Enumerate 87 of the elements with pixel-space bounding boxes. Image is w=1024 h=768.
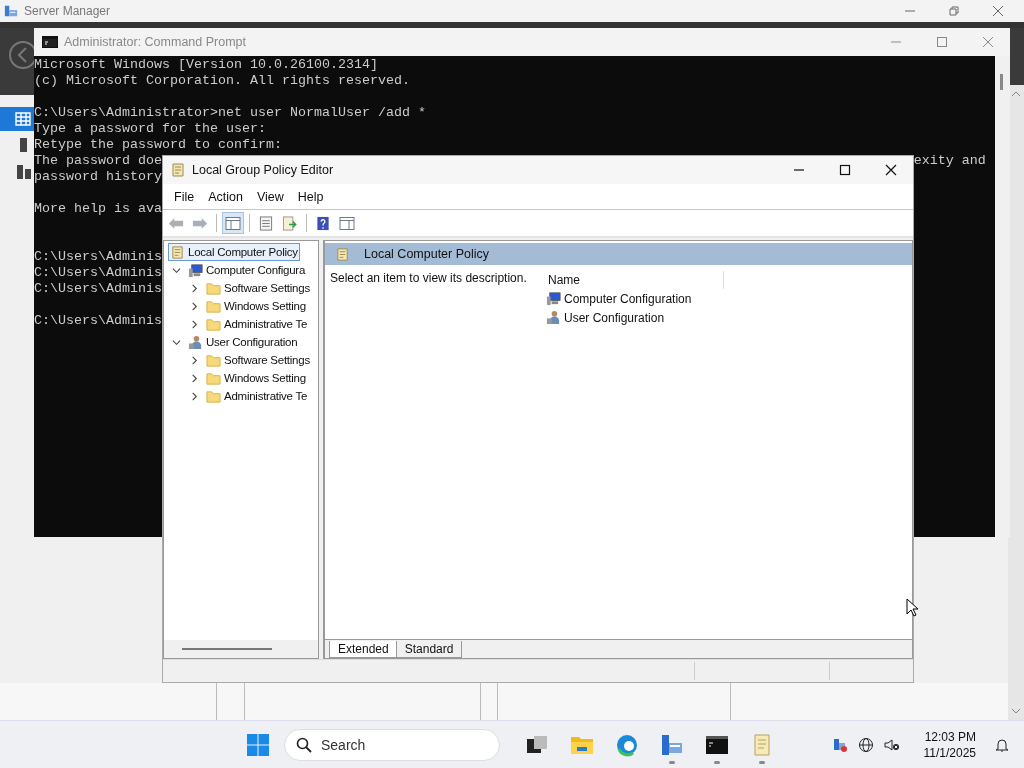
servers-icon[interactable] — [16, 163, 32, 181]
action-pane-icon — [339, 215, 355, 231]
user-icon — [546, 310, 561, 325]
tree-toggle-button[interactable] — [222, 212, 244, 234]
tree-item[interactable]: Computer Configura — [186, 261, 308, 279]
console-line: C:\Users\Adminis — [34, 249, 162, 265]
console-line: C:\Users\Adminis — [34, 313, 162, 329]
console-line: (c) Microsoft Corporation. All rights reserved. — [34, 73, 410, 89]
maximize-button[interactable] — [839, 164, 851, 176]
scrollbar[interactable] — [1008, 85, 1024, 720]
console-line: C:\Users\Administrator>net user NormalUser /add * — [34, 105, 426, 121]
expand-icon[interactable] — [190, 319, 199, 329]
clock-time[interactable]: 12:03 PM — [924, 729, 976, 745]
tree-item[interactable]: Windows Setting — [204, 297, 308, 315]
tree-item[interactable]: Windows Setting — [204, 369, 308, 387]
document-icon — [258, 215, 274, 231]
nav-item[interactable] — [0, 107, 34, 131]
tree-item[interactable]: Local Computer Policy — [168, 243, 300, 261]
console-icon — [704, 733, 729, 757]
console-line: password history — [34, 169, 162, 185]
expand-icon[interactable] — [190, 301, 199, 311]
computer-icon — [188, 262, 203, 278]
menu-item[interactable]: View — [249, 189, 291, 204]
browser-icon — [614, 733, 639, 757]
expand-icon[interactable] — [172, 337, 181, 347]
scrollbar[interactable] — [164, 640, 318, 658]
console-line: C:\Users\Adminis — [34, 265, 162, 281]
console-icon — [42, 36, 58, 48]
tree-item[interactable]: User Configuration — [186, 333, 300, 351]
menu-item[interactable]: Help — [290, 189, 331, 204]
folder-icon — [206, 370, 221, 386]
expand-icon[interactable] — [190, 355, 199, 365]
expand-icon[interactable] — [190, 391, 199, 401]
server-manager-icon — [659, 733, 684, 757]
view-tab[interactable]: Extended — [329, 641, 398, 658]
scroll-thumb[interactable] — [1000, 74, 1003, 90]
window-title: Local Group Policy Editor — [192, 163, 334, 177]
notification-icon[interactable] — [994, 737, 1010, 753]
window-title: Server Manager — [24, 4, 111, 18]
description-text: Select an item to view its description. — [330, 271, 527, 285]
menu-item[interactable]: Action — [201, 189, 250, 204]
column-header[interactable]: Name — [548, 273, 580, 287]
menu-item[interactable]: File — [167, 189, 202, 204]
scroll-up-icon[interactable] — [1011, 91, 1021, 97]
folder-icon — [206, 298, 221, 314]
expand-icon[interactable] — [190, 283, 199, 293]
console-line: Microsoft Windows [Version 10.0.26100.2314] — [34, 57, 378, 73]
search-field[interactable]: Search — [284, 729, 500, 761]
globe-icon[interactable] — [857, 737, 874, 753]
computer-icon — [546, 291, 561, 306]
close-button[interactable] — [885, 164, 897, 176]
restore-button[interactable] — [948, 5, 960, 17]
pane-title: Local Computer Policy — [364, 247, 490, 261]
folder-icon — [206, 388, 221, 404]
tree-item[interactable]: Administrative Te — [204, 315, 310, 333]
policy-icon — [170, 244, 185, 260]
console-line: C:\Users\Adminis — [34, 281, 162, 297]
start-button[interactable] — [246, 733, 270, 757]
muted-speaker-icon[interactable] — [883, 737, 900, 753]
tree-item[interactable]: Software Settings — [204, 279, 312, 297]
dashboard-icon — [15, 111, 31, 127]
network-status-icon[interactable] — [831, 737, 848, 753]
list-item[interactable]: User Configuration — [534, 308, 665, 327]
export-icon — [282, 215, 298, 231]
tree-item[interactable]: Administrative Te — [204, 387, 310, 405]
list-item[interactable]: Computer Configuration — [534, 289, 692, 308]
scroll-down-icon[interactable] — [1011, 708, 1021, 714]
console-line: exity and — [913, 153, 986, 169]
help-icon — [315, 215, 331, 231]
expand-icon[interactable] — [172, 265, 181, 275]
console-line: Type a password for the user: — [34, 121, 266, 137]
console-line: The password doe — [34, 153, 162, 169]
console-line: More help is ava — [34, 201, 162, 217]
user-icon — [188, 334, 203, 350]
folder-icon — [206, 280, 221, 296]
folder-icon — [206, 316, 221, 332]
tree-pane-icon — [225, 215, 241, 231]
view-tab[interactable]: Standard — [395, 641, 463, 658]
folder-icon — [206, 352, 221, 368]
console-line: Retype the password to confirm: — [34, 137, 282, 153]
clock-date[interactable]: 11/1/2025 — [923, 745, 976, 761]
server-manager-icon — [4, 4, 18, 18]
window-title: Administrator: Command Prompt — [64, 35, 246, 49]
policy-icon — [335, 246, 350, 262]
tree-item[interactable]: Software Settings — [204, 351, 312, 369]
policy-icon — [170, 162, 186, 178]
expand-icon[interactable] — [190, 373, 199, 383]
